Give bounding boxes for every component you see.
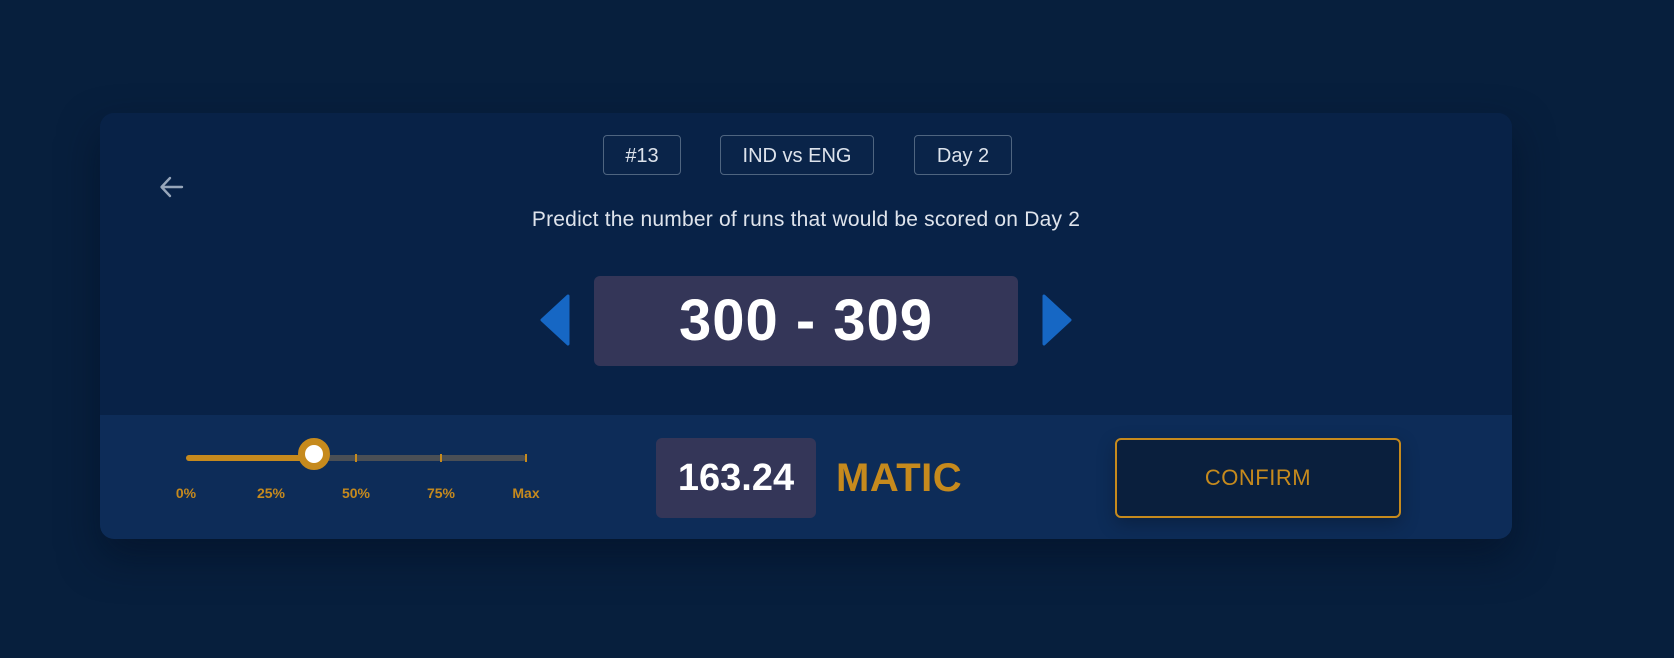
caret-right-icon <box>1042 294 1072 346</box>
prediction-card: #13 IND vs ENG Day 2 Predict the number … <box>100 113 1512 539</box>
increase-range-button[interactable] <box>1042 294 1074 346</box>
slider-label-max[interactable]: Max <box>512 485 539 501</box>
currency-label: MATIC <box>836 456 963 500</box>
confirm-button[interactable]: CONFIRM <box>1115 438 1401 518</box>
match-tags: #13 IND vs ENG Day 2 <box>100 135 1512 177</box>
match-tag: IND vs ENG <box>720 135 874 175</box>
stake-amount: 163.24 <box>656 438 816 518</box>
decrease-range-button[interactable] <box>538 294 570 346</box>
predicted-range-value: 300 - 309 <box>594 276 1018 366</box>
prediction-question: Predict the number of runs that would be… <box>531 208 1081 231</box>
slider-thumb[interactable] <box>297 438 330 470</box>
slider-tick-50 <box>355 454 357 462</box>
day-tag: Day 2 <box>914 135 1012 175</box>
slider-label-50[interactable]: 50% <box>342 485 370 501</box>
caret-left-icon <box>540 294 570 346</box>
round-tag: #13 <box>603 135 681 175</box>
slider-fill <box>186 455 314 461</box>
slider-tick-75 <box>440 454 442 462</box>
slider-label-25[interactable]: 25% <box>257 485 285 501</box>
card-header-section: #13 IND vs ENG Day 2 Predict the number … <box>100 113 1512 415</box>
slider-label-75[interactable]: 75% <box>427 485 455 501</box>
slider-label-0[interactable]: 0% <box>176 485 196 501</box>
stake-slider[interactable]: 0% 25% 50% 75% Max <box>170 433 550 513</box>
slider-tick-max <box>525 454 527 462</box>
